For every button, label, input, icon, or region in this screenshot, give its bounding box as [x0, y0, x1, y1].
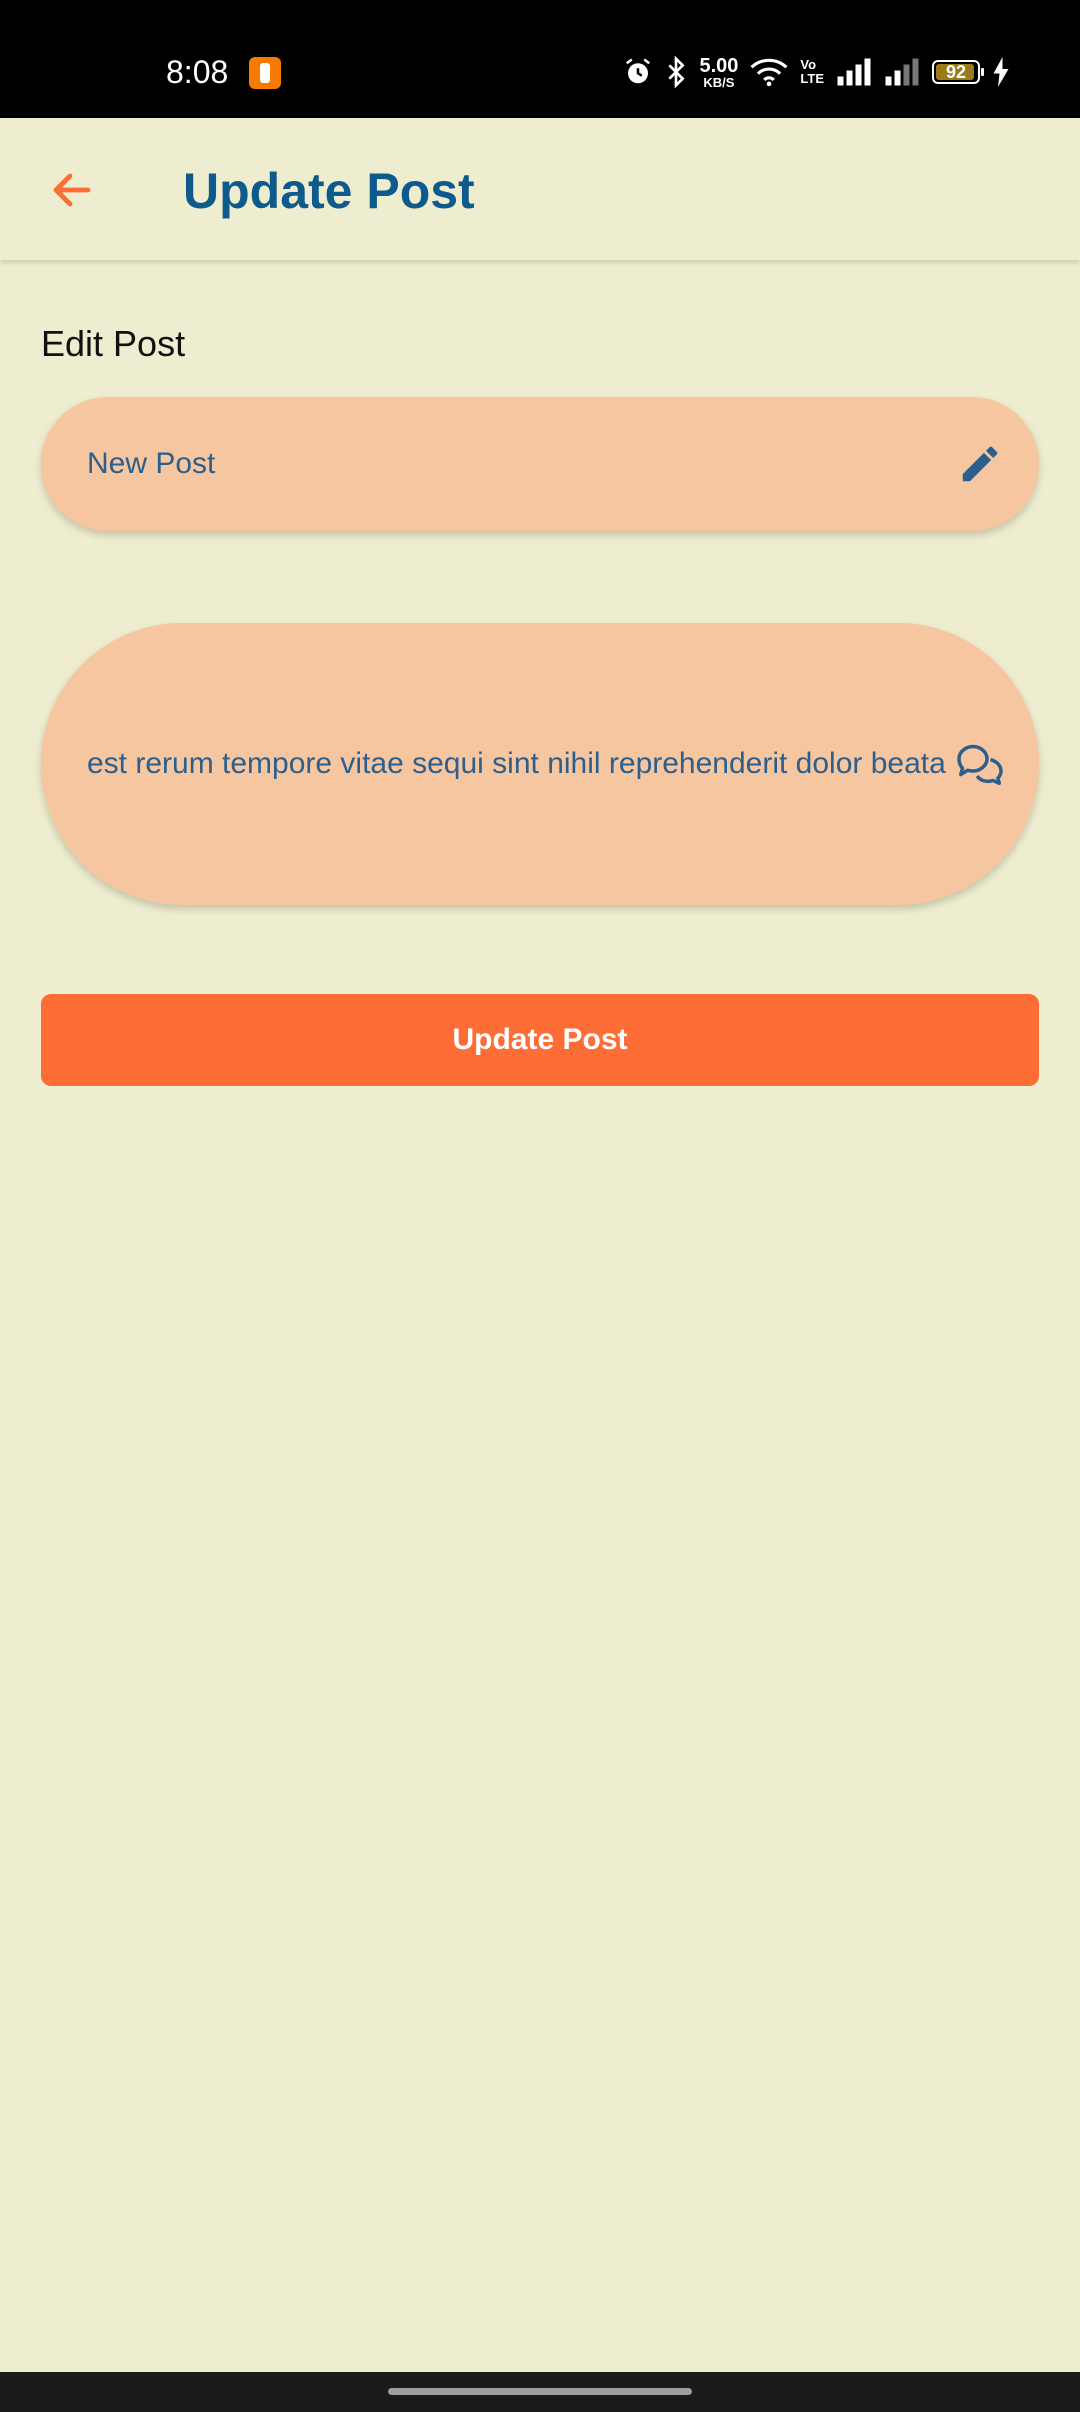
wifi-icon: [750, 58, 788, 87]
battery-icon: 92: [932, 60, 984, 84]
chat-bubbles-icon: [955, 739, 1005, 789]
status-time: 8:08: [166, 54, 229, 90]
page-title: Update Post: [183, 163, 475, 219]
post-title-input[interactable]: New Post: [87, 444, 947, 484]
post-body-field[interactable]: est rerum tempore vitae sequi sint nihil…: [41, 623, 1039, 905]
post-title-field[interactable]: New Post: [41, 397, 1039, 531]
charging-icon: [993, 57, 1009, 87]
net-speed-unit: KB/S: [703, 74, 735, 90]
navigation-bar: [0, 2372, 1080, 2412]
net-speed: 5.00 KB/S: [699, 56, 738, 89]
back-button[interactable]: [40, 158, 104, 222]
update-post-button[interactable]: Update Post: [41, 994, 1039, 1086]
post-body-input[interactable]: est rerum tempore vitae sequi sint nihil…: [87, 744, 947, 784]
volte-bottom: LTE: [800, 71, 824, 86]
section-label: Edit Post: [41, 323, 186, 364]
net-speed-value: 5.00: [699, 54, 739, 77]
app-notification-icon: [249, 57, 281, 89]
status-icons: 5.00 KB/S Vo LTE 92: [623, 52, 1010, 92]
app-bar: Update Post: [0, 118, 1080, 260]
status-bar: 8:08 5.00 KB/S Vo LTE 92: [0, 0, 1080, 118]
volte-top: Vo: [800, 57, 817, 72]
signal-icon-2: [885, 58, 919, 86]
battery-level: 92: [945, 61, 967, 82]
gesture-handle[interactable]: [388, 2388, 692, 2395]
signal-icon: [837, 58, 871, 86]
bluetooth-icon: [668, 56, 686, 88]
alarm-icon: [626, 58, 651, 84]
volte-indicator: Vo LTE: [800, 58, 824, 86]
edit-pencil-icon: [955, 439, 1005, 489]
arrow-back-icon: [53, 173, 91, 207]
